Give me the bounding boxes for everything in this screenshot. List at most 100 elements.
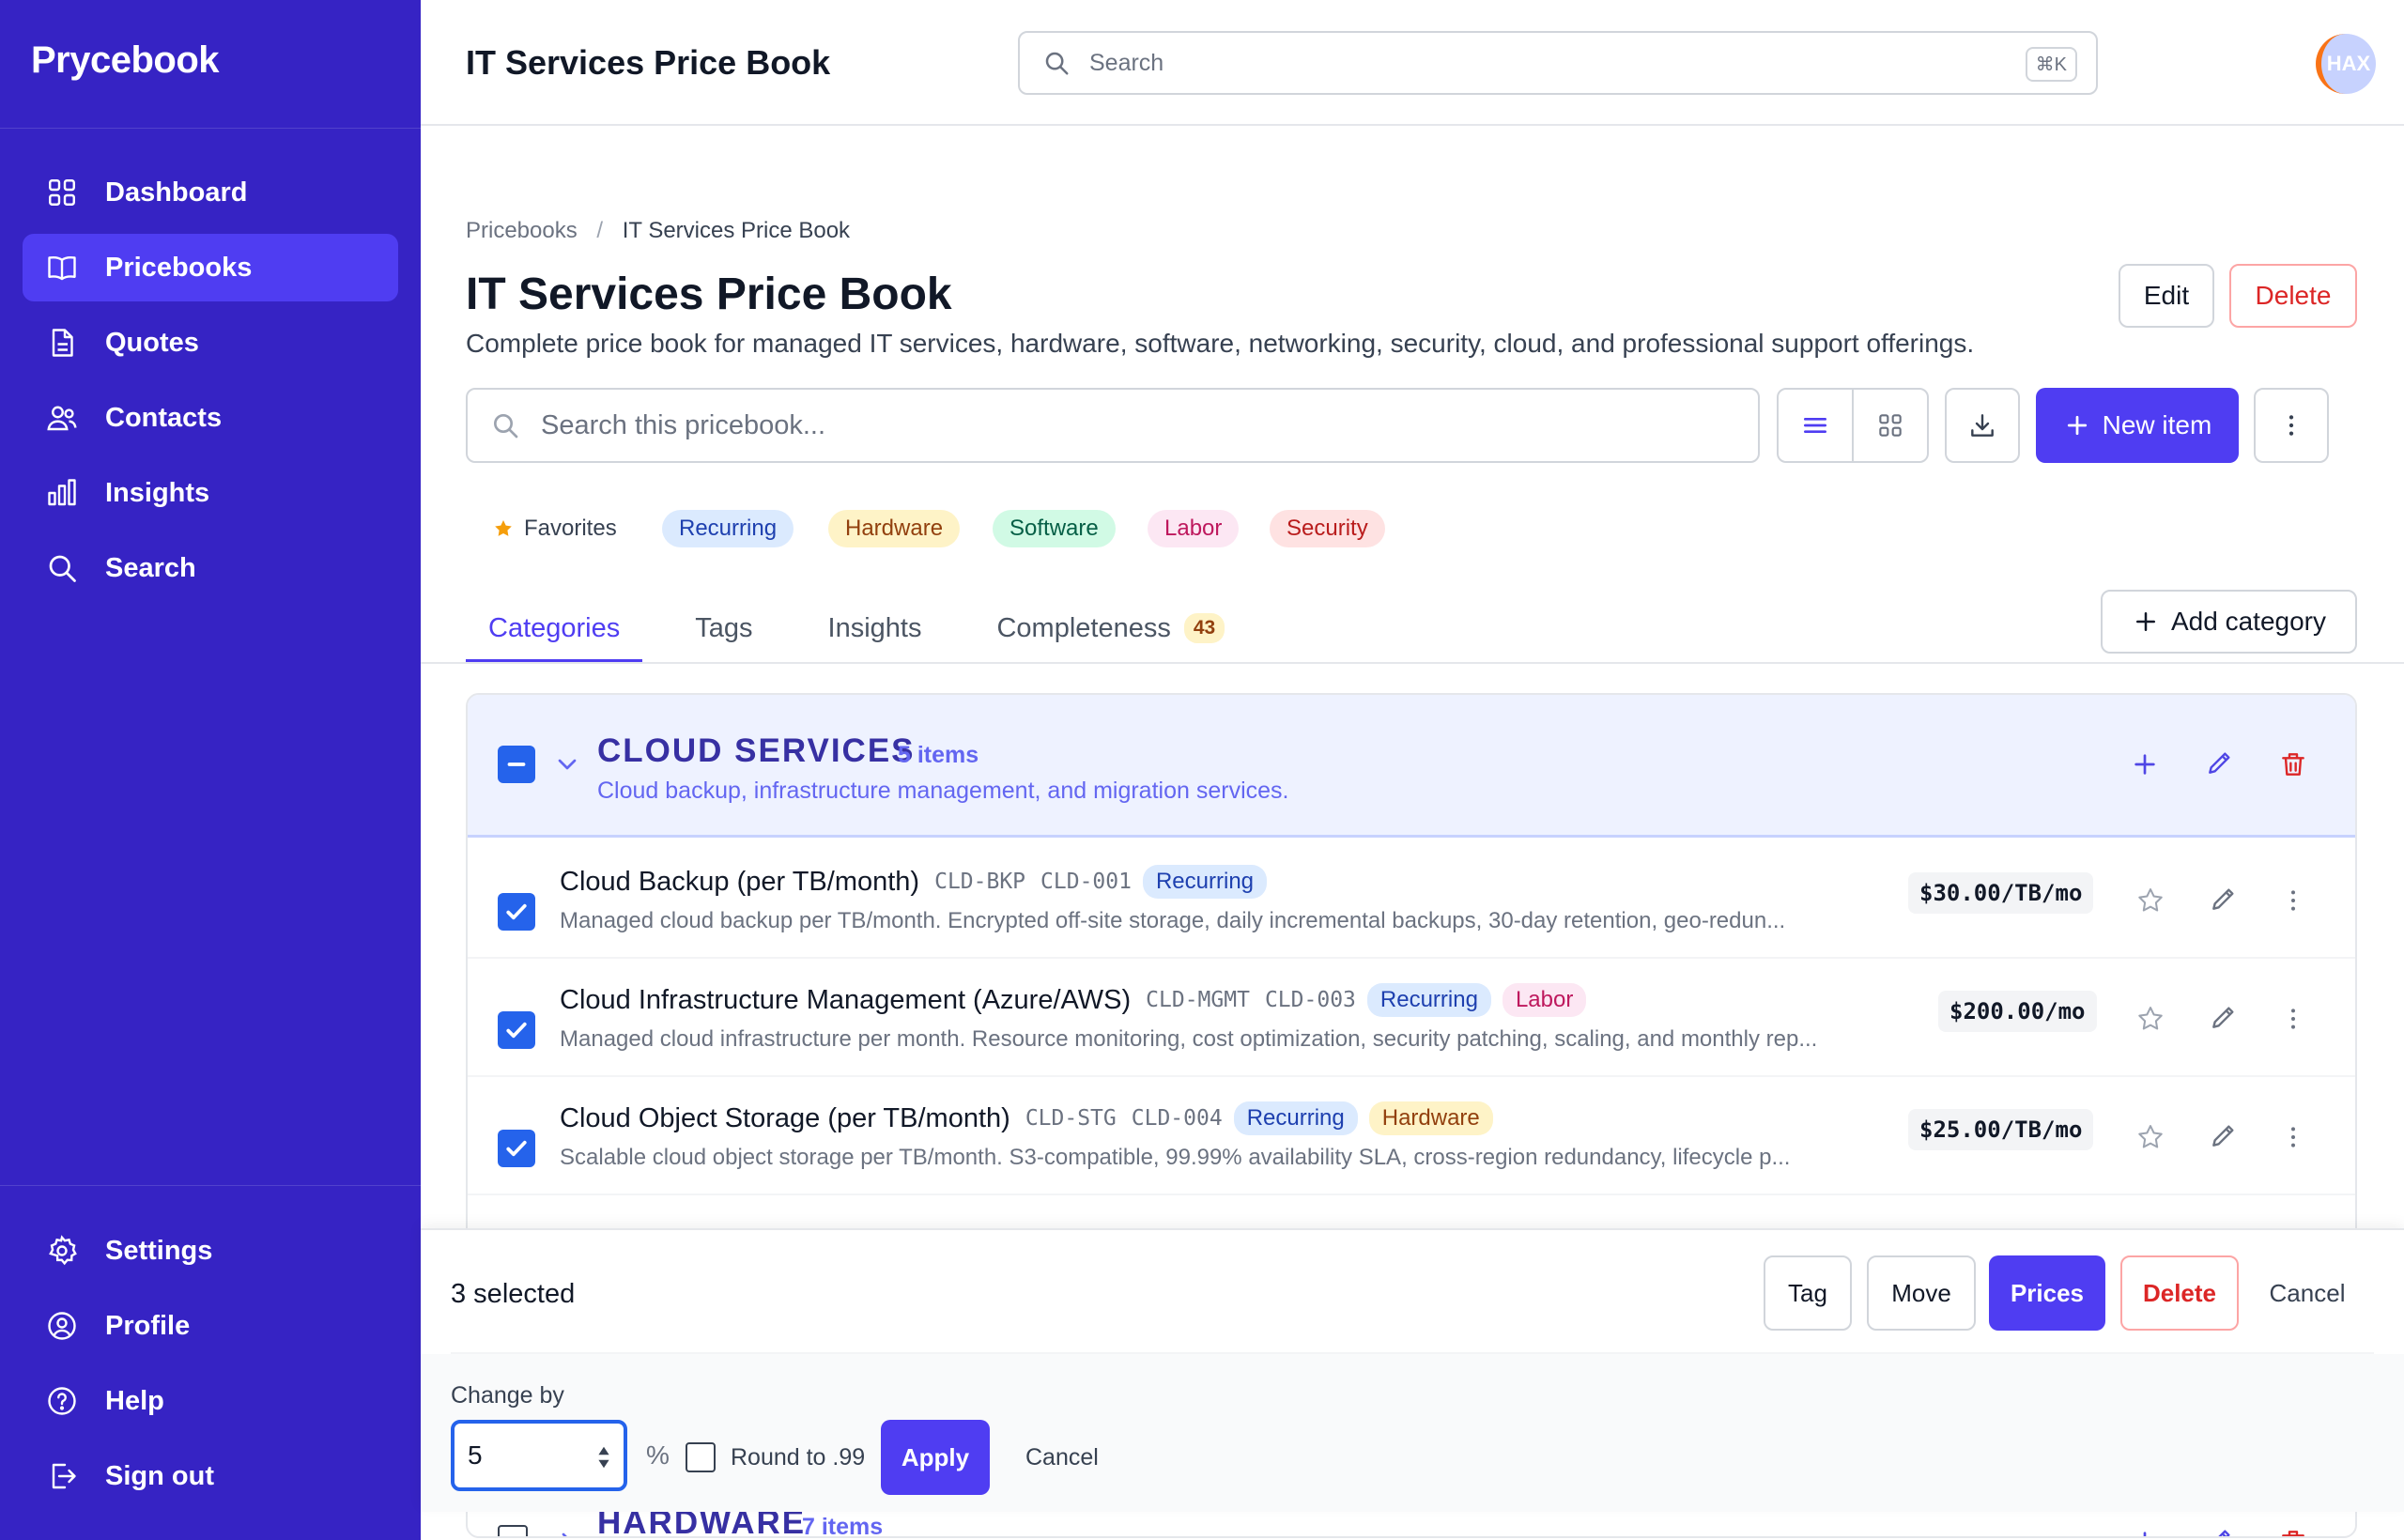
filter-tag-recurring[interactable]: Recurring	[662, 510, 794, 547]
star-icon	[495, 520, 512, 536]
filter-tag-hardware[interactable]: Hardware	[828, 510, 961, 547]
sidebar-item-label: Pricebooks	[105, 252, 253, 283]
item-name-line: Cloud Object Storage (per TB/month) CLD-…	[560, 1101, 1493, 1135]
sidebar-item-sign-out[interactable]: Sign out	[23, 1442, 398, 1510]
item-more-button[interactable]	[2274, 1000, 2312, 1038]
search-icon	[494, 414, 518, 439]
download-button[interactable]	[1945, 388, 2020, 463]
filter-tag-labor[interactable]: Labor	[1148, 510, 1240, 547]
plus-icon	[2067, 415, 2087, 436]
apply-button[interactable]: Apply	[881, 1420, 990, 1495]
more-vertical-icon	[2291, 890, 2295, 911]
bulk-delete-button[interactable]: Delete	[2120, 1255, 2239, 1331]
sidebar-item-insights[interactable]: Insights	[23, 459, 398, 527]
category-select-checkbox[interactable]	[498, 1525, 528, 1536]
spinner-icon[interactable]	[597, 1444, 610, 1471]
item-name[interactable]: Cloud Backup (per TB/month)	[560, 867, 919, 898]
sidebar-item-search[interactable]: Search	[23, 534, 398, 602]
bulk-cancel-button[interactable]: Cancel	[2256, 1255, 2359, 1331]
star-outline-icon	[2138, 1125, 2163, 1148]
change-by-label: Change by	[451, 1382, 564, 1409]
favorite-button[interactable]	[2132, 1118, 2169, 1156]
item-more-button[interactable]	[2274, 1118, 2312, 1156]
tab-completeness-label: Completeness	[996, 612, 1171, 643]
add-category-button[interactable]: Add category	[2101, 590, 2357, 654]
global-search-input[interactable]: Search ⌘K	[1018, 31, 2098, 95]
completeness-badge: 43	[1183, 613, 1225, 643]
breadcrumb-root[interactable]: Pricebooks	[466, 218, 578, 243]
item-name[interactable]: Cloud Infrastructure Management (Azure/A…	[560, 985, 1131, 1016]
filter-tag-security[interactable]: Security	[1270, 510, 1385, 547]
plus-icon	[2134, 754, 2155, 775]
edit-button[interactable]: Edit	[2119, 264, 2214, 328]
grid-view-button[interactable]	[1852, 390, 1927, 461]
edit-item-button[interactable]	[2205, 1116, 2242, 1154]
list-item[interactable]: Cloud Infrastructure Management (Azure/A…	[468, 959, 2355, 1077]
category-select-checkbox[interactable]	[498, 746, 535, 783]
app-logo[interactable]: Prycebook	[31, 39, 220, 82]
list-icon	[1804, 418, 1826, 433]
delete-category-button[interactable]	[2274, 746, 2312, 783]
add-item-to-category-button[interactable]	[2126, 746, 2164, 783]
tag-button[interactable]: Tag	[1764, 1255, 1852, 1331]
avatar[interactable]: HAX	[2316, 34, 2376, 94]
more-options-button[interactable]	[2254, 388, 2329, 463]
item-checkbox[interactable]	[498, 1011, 535, 1049]
pricebook-search-input[interactable]: Search this pricebook...	[466, 388, 1760, 463]
help-icon	[48, 1387, 76, 1415]
tab-tags[interactable]: Tags	[672, 597, 775, 663]
favorites-filter[interactable]: Favorites	[475, 510, 634, 547]
category-header: CLOUD SERVICES 5 items Cloud backup, inf…	[468, 695, 2355, 838]
tab-insights[interactable]: Insights	[806, 597, 945, 663]
user-circle-icon	[48, 1312, 76, 1340]
round-checkbox[interactable]	[686, 1442, 716, 1472]
favorite-button[interactable]	[2132, 882, 2169, 919]
tab-completeness[interactable]: Completeness 43	[974, 597, 1247, 663]
sidebar-item-settings[interactable]: Settings	[23, 1217, 398, 1285]
item-description: Scalable cloud object storage per TB/mon…	[560, 1145, 1791, 1170]
delete-button[interactable]: Delete	[2229, 264, 2357, 328]
edit-item-button[interactable]	[2205, 998, 2242, 1036]
sidebar-item-help[interactable]: Help	[23, 1367, 398, 1435]
check-icon	[506, 903, 527, 920]
expand-toggle[interactable]	[548, 1523, 586, 1536]
add-item-to-category-button[interactable]	[2126, 1523, 2164, 1536]
star-outline-icon	[2138, 1007, 2163, 1030]
prices-button[interactable]: Prices	[1989, 1255, 2105, 1331]
search-icon	[1045, 52, 1069, 75]
move-button[interactable]: Move	[1867, 1255, 1976, 1331]
list-item[interactable]: Cloud Object Storage (per TB/month) CLD-…	[468, 1077, 2355, 1195]
sidebar-item-pricebooks[interactable]: Pricebooks	[23, 234, 398, 301]
header-title: IT Services Price Book	[466, 43, 831, 82]
gear-icon	[49, 1235, 77, 1266]
favorite-button[interactable]	[2132, 1000, 2169, 1038]
sidebar-item-quotes[interactable]: Quotes	[23, 309, 398, 377]
more-vertical-icon	[2291, 1009, 2295, 1029]
item-more-button[interactable]	[2274, 882, 2312, 919]
cancel-price-change-button[interactable]: Cancel	[1025, 1444, 1099, 1471]
filter-tag-software[interactable]: Software	[993, 510, 1116, 547]
new-item-button[interactable]: New item	[2036, 388, 2239, 463]
edit-category-button[interactable]	[2201, 744, 2239, 781]
collapse-toggle[interactable]	[548, 746, 586, 783]
sidebar-item-profile[interactable]: Profile	[23, 1292, 398, 1360]
sidebar-item-label: Profile	[105, 1310, 191, 1341]
item-checkbox[interactable]	[498, 893, 535, 931]
item-checkbox[interactable]	[498, 1130, 535, 1167]
star-outline-icon	[2138, 888, 2163, 912]
item-tag: Recurring	[1366, 983, 1491, 1017]
tab-categories[interactable]: Categories	[466, 597, 643, 663]
top-header: IT Services Price Book Search ⌘K HAX	[421, 0, 2404, 126]
delete-category-button[interactable]	[2274, 1523, 2312, 1536]
item-name[interactable]: Cloud Object Storage (per TB/month)	[560, 1103, 1010, 1134]
sidebar-item-dashboard[interactable]: Dashboard	[23, 159, 398, 226]
edit-category-button[interactable]	[2201, 1521, 2239, 1536]
sidebar-item-label: Contacts	[105, 402, 223, 433]
edit-item-button[interactable]	[2205, 880, 2242, 917]
sidebar-item-contacts[interactable]: Contacts	[23, 384, 398, 452]
item-price: $30.00/TB/mo	[1908, 872, 2094, 914]
list-view-button[interactable]	[1779, 390, 1852, 461]
change-by-input[interactable]: 5	[451, 1420, 627, 1491]
list-item[interactable]: Cloud Backup (per TB/month) CLD-BKP CLD-…	[468, 840, 2355, 959]
item-tag: Recurring	[1233, 1101, 1358, 1135]
